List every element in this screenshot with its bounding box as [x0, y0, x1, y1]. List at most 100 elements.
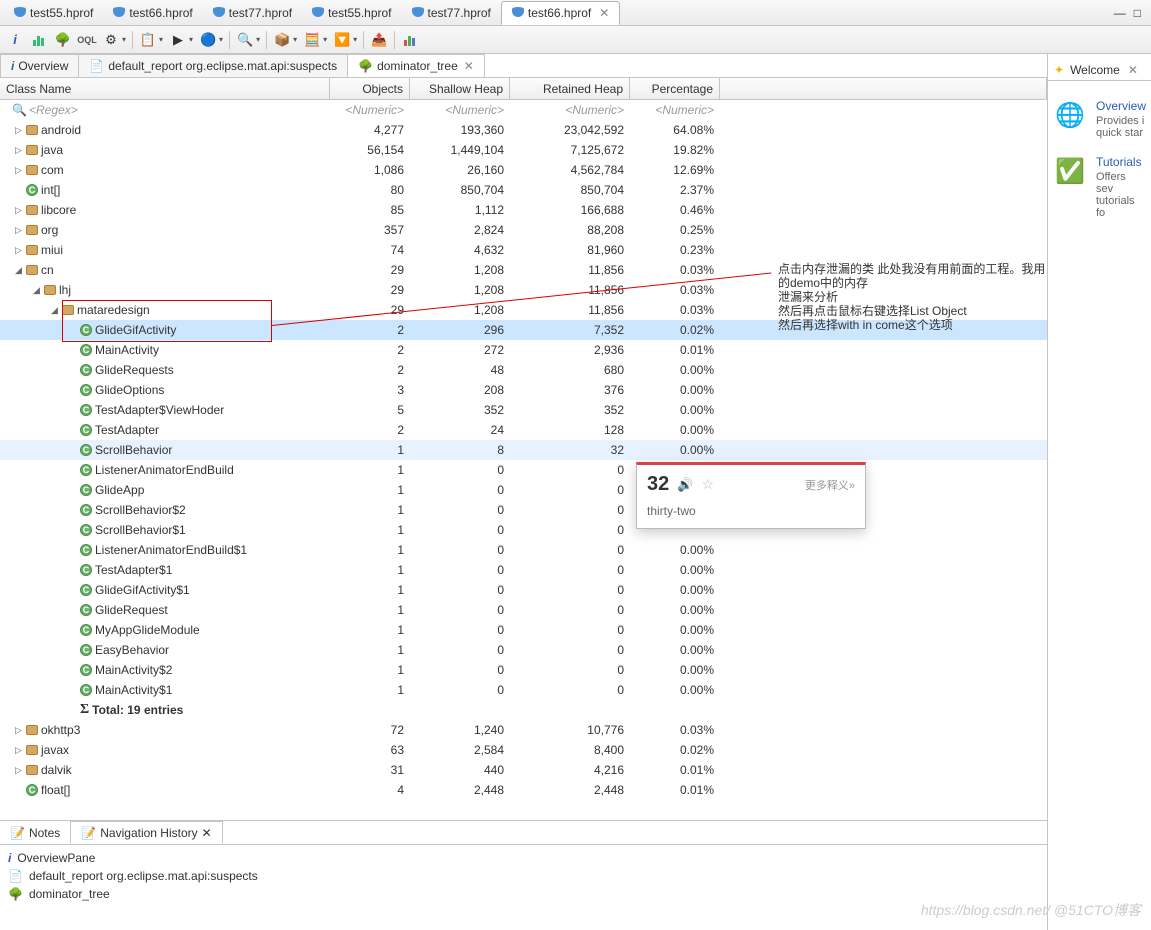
expand-icon[interactable]: ▷: [14, 225, 23, 236]
editor-tab[interactable]: test77.hprof: [203, 2, 302, 24]
dropdown-icon[interactable]: ▾: [256, 35, 260, 44]
table-row[interactable]: C float[] 4 2,448 2,448 0.01%: [0, 780, 1047, 800]
expand-icon[interactable]: ◢: [32, 285, 41, 296]
table-row[interactable]: C GlideGifActivity$1 1 0 0 0.00%: [0, 580, 1047, 600]
analysis-tab[interactable]: 📄default_report org.eclipse.mat.api:susp…: [78, 54, 348, 77]
table-row[interactable]: ▷ java 56,154 1,449,104 7,125,672 19.82%: [0, 140, 1047, 160]
maximize-icon[interactable]: □: [1134, 6, 1141, 20]
filter-icon[interactable]: 🔽: [333, 31, 351, 49]
calc-icon[interactable]: 🧮: [303, 31, 321, 49]
analysis-tab[interactable]: 🌳dominator_tree✕: [347, 54, 485, 77]
table-row[interactable]: C MainActivity$2 1 0 0 0.00%: [0, 660, 1047, 680]
expand-icon[interactable]: ▷: [14, 125, 23, 136]
query-icon[interactable]: 🔵: [199, 31, 217, 49]
expand-icon[interactable]: ◢: [14, 265, 23, 276]
dropdown-icon[interactable]: ▾: [219, 35, 223, 44]
col-classname[interactable]: Class Name: [0, 78, 330, 99]
table-row[interactable]: C ListenerAnimatorEndBuild$1 1 0 0 0.00%: [0, 540, 1047, 560]
expand-icon[interactable]: ▷: [14, 165, 23, 176]
editor-tab[interactable]: test77.hprof: [402, 2, 501, 24]
dropdown-icon[interactable]: ▾: [159, 35, 163, 44]
table-row[interactable]: C EasyBehavior 1 0 0 0.00%: [0, 640, 1047, 660]
table-row[interactable]: C ScrollBehavior$2 1 0 0: [0, 500, 1047, 520]
table-row[interactable]: ▷ dalvik 31 440 4,216 0.01%: [0, 760, 1047, 780]
expand-icon[interactable]: ▷: [14, 145, 23, 156]
package-icon: [26, 745, 38, 755]
bottom-tab[interactable]: 📝Navigation History✕: [70, 821, 222, 844]
gear-icon[interactable]: ⚙: [102, 31, 120, 49]
sound-icon[interactable]: 🔊: [677, 477, 693, 493]
info-icon[interactable]: i: [6, 31, 24, 49]
col-shallow[interactable]: Shallow Heap: [410, 78, 510, 99]
table-row[interactable]: ▷ miui 74 4,632 81,960 0.23%: [0, 240, 1047, 260]
close-icon[interactable]: ✕: [599, 6, 609, 20]
table-row[interactable]: C MyAppGlideModule 1 0 0 0.00%: [0, 620, 1047, 640]
table-row[interactable]: ▷ android 4,277 193,360 23,042,592 64.08…: [0, 120, 1047, 140]
table-row[interactable]: ▷ com 1,086 26,160 4,562,784 12.69%: [0, 160, 1047, 180]
editor-tab[interactable]: test66.hprof: [103, 2, 202, 24]
expand-icon[interactable]: ▷: [14, 725, 23, 736]
analysis-tab[interactable]: iOverview: [0, 54, 79, 77]
dropdown-icon[interactable]: ▾: [353, 35, 357, 44]
table-row[interactable]: C TestAdapter$1 1 0 0 0.00%: [0, 560, 1047, 580]
welcome-tab[interactable]: ✦ Welcome ✕: [1048, 60, 1151, 81]
chart-icon[interactable]: [401, 31, 419, 49]
bottom-tab[interactable]: 📝Notes: [0, 821, 70, 844]
editor-tab[interactable]: test66.hprof✕: [501, 1, 620, 25]
col-retained[interactable]: Retained Heap: [510, 78, 630, 99]
expand-icon[interactable]: ◢: [50, 305, 59, 316]
export-icon[interactable]: 📤: [370, 31, 388, 49]
table-row[interactable]: C TestAdapter 2 24 128 0.00%: [0, 420, 1047, 440]
histogram-icon[interactable]: [30, 31, 48, 49]
editor-tab[interactable]: test55.hprof: [4, 2, 103, 24]
table-row[interactable]: C int[] 80 850,704 850,704 2.37%: [0, 180, 1047, 200]
grid-body[interactable]: 🔍<Regex> <Numeric> <Numeric> <Numeric> <…: [0, 100, 1047, 800]
table-row[interactable]: C MainActivity$1 1 0 0 0.00%: [0, 680, 1047, 700]
close-icon[interactable]: ✕: [1128, 63, 1138, 77]
table-row[interactable]: ▷ libcore 85 1,112 166,688 0.46%: [0, 200, 1047, 220]
dropdown-icon[interactable]: ▾: [189, 35, 193, 44]
table-row[interactable]: C GlideApp 1 0 0: [0, 480, 1047, 500]
welcome-item[interactable]: ✅ TutorialsOffers sevtutorials fo: [1048, 147, 1151, 227]
editor-tab[interactable]: test55.hprof: [302, 2, 401, 24]
more-link[interactable]: 更多释义»: [805, 477, 855, 493]
close-icon[interactable]: ✕: [202, 826, 212, 840]
retained-cell: 166,688: [510, 203, 630, 217]
close-icon[interactable]: ✕: [464, 59, 474, 73]
table-row[interactable]: C GlideRequest 1 0 0 0.00%: [0, 600, 1047, 620]
tree-icon[interactable]: 🌳: [54, 31, 72, 49]
table-row[interactable]: C GlideOptions 3 208 376 0.00%: [0, 380, 1047, 400]
expand-icon[interactable]: ▷: [14, 245, 23, 256]
run-icon[interactable]: ▶: [169, 31, 187, 49]
table-row[interactable]: ▷ okhttp3 72 1,240 10,776 0.03%: [0, 720, 1047, 740]
dropdown-icon[interactable]: ▾: [293, 35, 297, 44]
expand-icon[interactable]: ▷: [14, 765, 23, 776]
table-row[interactable]: C ListenerAnimatorEndBuild 1 0 0: [0, 460, 1047, 480]
expand-icon[interactable]: ▷: [14, 745, 23, 756]
group-icon[interactable]: 📦: [273, 31, 291, 49]
col-objects[interactable]: Objects: [330, 78, 410, 99]
objects-cell: 1: [330, 623, 410, 637]
table-row[interactable]: C TestAdapter$ViewHoder 5 352 352 0.00%: [0, 400, 1047, 420]
expand-icon[interactable]: ▷: [14, 205, 23, 216]
search-icon[interactable]: 🔍: [236, 31, 254, 49]
list-icon[interactable]: 📋: [139, 31, 157, 49]
table-row[interactable]: C ScrollBehavior 1 8 32 0.00%: [0, 440, 1047, 460]
table-row[interactable]: ▷ org 357 2,824 88,208 0.25%: [0, 220, 1047, 240]
history-item[interactable]: iOverviewPane: [8, 849, 1039, 867]
table-row[interactable]: C ScrollBehavior$1 1 0 0: [0, 520, 1047, 540]
oql-icon[interactable]: OQL: [78, 31, 96, 49]
dropdown-icon[interactable]: ▾: [122, 35, 126, 44]
history-item[interactable]: 📄default_report org.eclipse.mat.api:susp…: [8, 867, 1039, 885]
welcome-item[interactable]: 🌐 OverviewProvides iquick star: [1048, 91, 1151, 147]
history-item[interactable]: 🌳dominator_tree: [8, 885, 1039, 903]
table-row[interactable]: ▷ javax 63 2,584 8,400 0.02%: [0, 740, 1047, 760]
dropdown-icon[interactable]: ▾: [323, 35, 327, 44]
star-icon[interactable]: ☆: [701, 476, 714, 493]
table-row[interactable]: C GlideRequests 2 48 680 0.00%: [0, 360, 1047, 380]
filter-row[interactable]: 🔍<Regex> <Numeric> <Numeric> <Numeric> <…: [0, 100, 1047, 120]
table-row[interactable]: Σ Total: 19 entries: [0, 700, 1047, 720]
minimize-icon[interactable]: —: [1114, 6, 1126, 20]
table-row[interactable]: C MainActivity 2 272 2,936 0.01%: [0, 340, 1047, 360]
col-percentage[interactable]: Percentage: [630, 78, 720, 99]
